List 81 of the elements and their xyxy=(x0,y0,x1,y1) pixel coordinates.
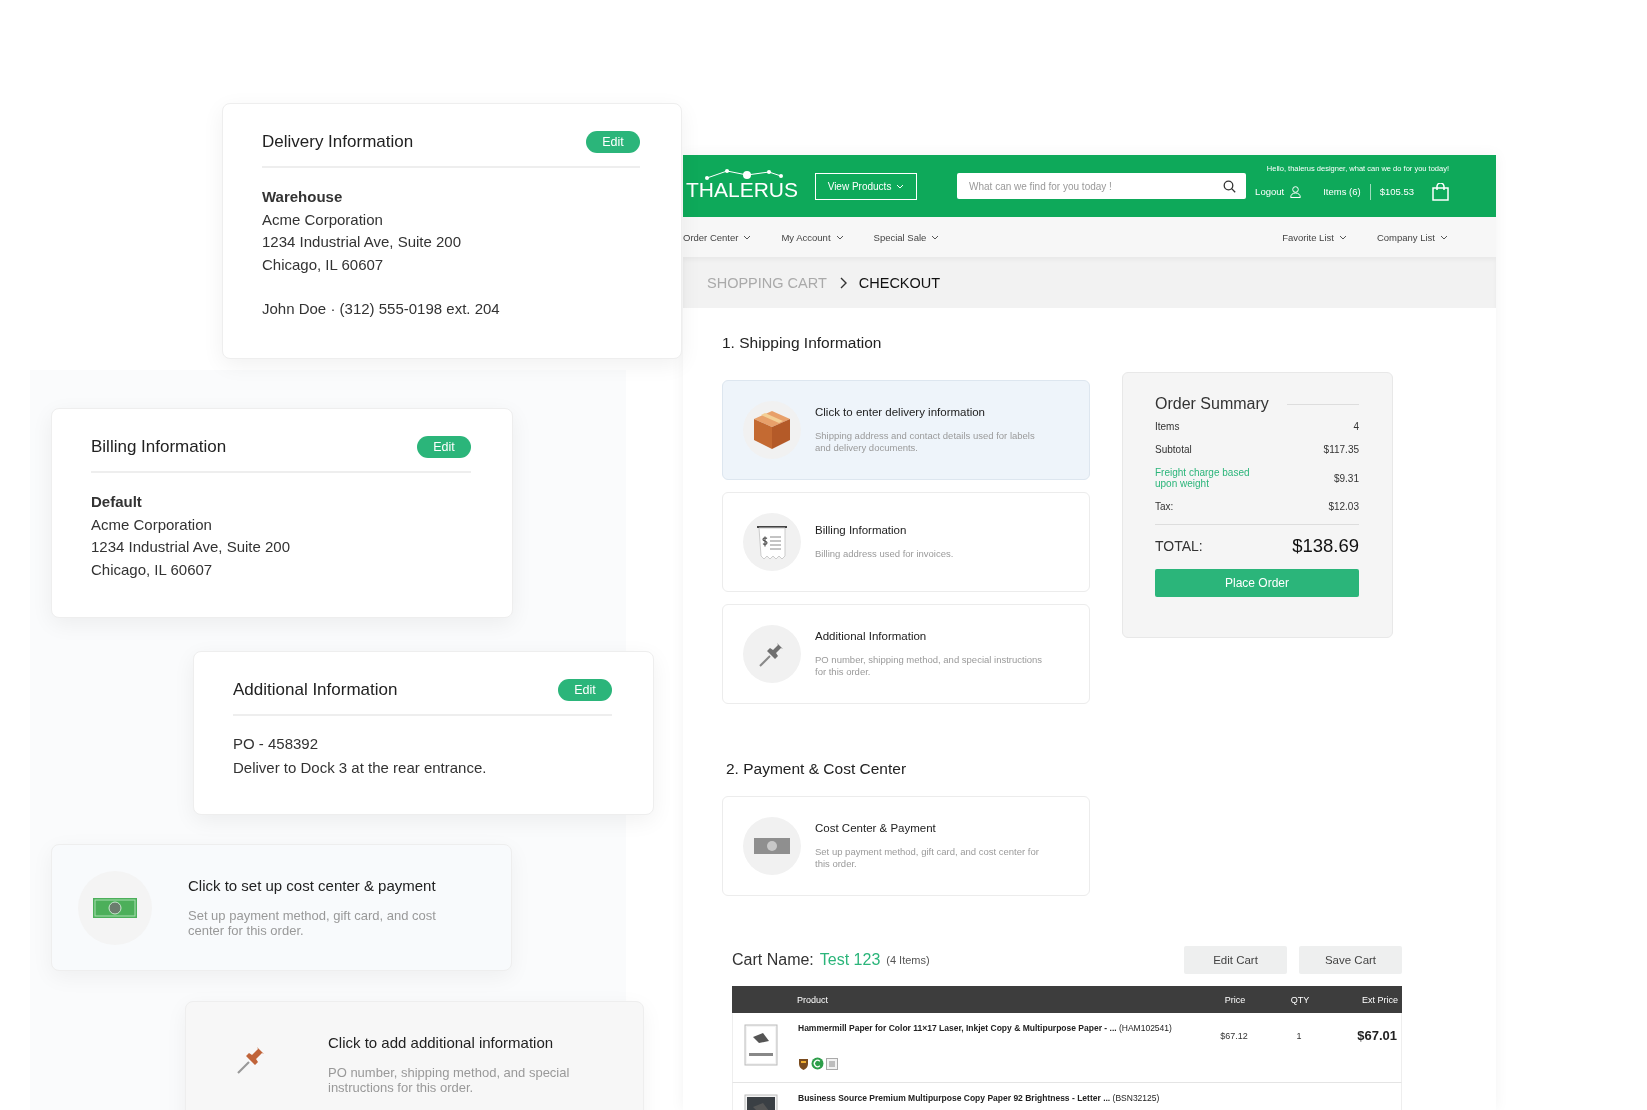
address-line: 1234 Industrial Ave, Suite 200 xyxy=(262,232,463,252)
card-title: Click to enter delivery information xyxy=(815,406,986,418)
card-title: Additional Information xyxy=(233,680,398,700)
column-header: Price xyxy=(1223,994,1247,1005)
prompt-card[interactable]: Click to add additional information PO number, shipping method, and special instructions for this order. xyxy=(185,1001,644,1110)
chevron-right-icon xyxy=(838,276,847,289)
chevron-down-icon xyxy=(1338,234,1347,240)
address-name: Warehouse xyxy=(262,187,344,207)
nav-menu-item[interactable]: My Account xyxy=(781,231,844,243)
card-title: Additional Information xyxy=(815,630,928,642)
address-name: Default xyxy=(91,492,143,512)
summary-label: Subtotal xyxy=(1155,444,1192,455)
card-description: PO number, shipping method, and special instructions for this order. xyxy=(328,1065,571,1095)
summary-label: Tax: xyxy=(1155,501,1174,512)
summary-value: 4 xyxy=(1353,421,1359,432)
summary-title: Order Summary xyxy=(1155,395,1269,413)
card-title: Billing Information xyxy=(815,524,908,536)
shopping-bag-icon[interactable] xyxy=(1432,182,1449,201)
address-line: Chicago, IL 60607 xyxy=(262,254,385,275)
nav-menu-item[interactable]: Favorite List xyxy=(1282,231,1347,243)
summary-value: $117.35 xyxy=(1323,444,1359,455)
banknote-icon xyxy=(93,896,137,919)
section-heading: 1. Shipping Information xyxy=(722,334,883,352)
search-icon[interactable] xyxy=(1223,180,1237,193)
info-card[interactable]: Cost Center & Payment Set up payment method, gift card, and cost center for this order. xyxy=(722,796,1090,896)
address-line: Acme Corporation xyxy=(91,514,213,535)
product-name[interactable]: Hammermill Paper for Color 11×17 Laser, Inkjet Copy & Multipurpose Paper - ... (HAM102541) xyxy=(798,1023,1199,1033)
nav-menu-item[interactable]: Special Sale xyxy=(873,231,940,243)
info-card[interactable]: Click to enter delivery information Shipping address and contact details used for labels and delivery documents. xyxy=(722,380,1090,480)
nav-menu-item[interactable]: Company List xyxy=(1376,231,1448,243)
chevron-down-icon xyxy=(1440,234,1448,240)
card-description: PO number, shipping method, and special instructions for this order. xyxy=(815,654,1044,678)
user-icon[interactable] xyxy=(1290,185,1302,198)
info-line: Deliver to Dock 3 at the rear entrance. xyxy=(233,758,488,778)
address-line: 1234 Industrial Ave, Suite 200 xyxy=(91,537,292,557)
column-header: Ext Price xyxy=(1361,994,1399,1005)
card-description: Billing address used for invoices. xyxy=(815,548,955,560)
info-card[interactable]: Additional Information PO number, shipping method, and special instructions for this order. xyxy=(722,604,1090,704)
shield-icon xyxy=(798,1057,809,1070)
cart-name-label: Cart Name: xyxy=(732,951,814,969)
nav-menu-item[interactable]: Order Center xyxy=(683,231,752,243)
circle-c-icon xyxy=(811,1057,824,1070)
chevron-down-icon xyxy=(743,234,752,240)
summary-value: $9.31 xyxy=(1333,472,1359,484)
quantity-cell-text: 1 xyxy=(1295,1030,1303,1041)
card-description: Set up payment method, gift card, and cost center for this order. xyxy=(188,908,437,938)
breadcrumb-link[interactable]: CHECKOUT xyxy=(858,274,941,291)
total-label: TOTAL: xyxy=(1155,538,1203,554)
card-title: Click to set up cost center & payment xyxy=(188,877,437,894)
prompt-card[interactable]: Click to set up cost center & payment Set up payment method, gift card, and cost center for this order. xyxy=(51,844,512,971)
banknote-icon xyxy=(754,836,790,856)
card-title: Billing Information xyxy=(91,437,227,457)
summary-value: $12.03 xyxy=(1328,501,1359,512)
card-title: Cost Center & Payment xyxy=(815,822,937,834)
cart-action-button[interactable]: Save Cart xyxy=(1299,946,1402,974)
card-title: Click to add additional information xyxy=(328,1034,555,1051)
item-count: (4 Items) xyxy=(886,954,930,966)
total-value: $138.69 xyxy=(1292,535,1359,557)
card-description: Set up payment method, gift card, and cost center for this order. xyxy=(815,846,1040,870)
card-description: Shipping address and contact details used for labels and delivery documents. xyxy=(815,430,1036,454)
list-icon xyxy=(826,1057,838,1070)
cardboard-box-icon xyxy=(752,409,792,451)
card-title: Delivery Information xyxy=(262,132,414,152)
info-line: PO - 458392 xyxy=(233,734,320,754)
chevron-down-icon xyxy=(896,183,905,189)
address-line: Acme Corporation xyxy=(262,209,384,230)
summary-label: Items xyxy=(1155,421,1180,432)
cart-name: Test 123 xyxy=(819,951,881,969)
contact-line: John Doe · (312) 555-0198 ext. 204 xyxy=(262,299,501,319)
chevron-down-icon xyxy=(931,234,940,240)
column-header: QTY xyxy=(1289,994,1311,1005)
price-cell-text: $67.12 xyxy=(1219,1030,1249,1041)
chevron-down-icon xyxy=(835,234,844,240)
column-header: Product xyxy=(797,994,830,1005)
receipt-icon xyxy=(756,524,788,560)
cart-action-button[interactable]: Edit Cart xyxy=(1184,946,1287,974)
info-card[interactable]: Billing Information Billing address used for invoices. xyxy=(722,492,1090,592)
section-heading: 2. Payment & Cost Center xyxy=(726,760,908,778)
search-field[interactable]: What can we find for you today ! xyxy=(957,173,1247,199)
ext-price-cell-text: $67.01 xyxy=(1356,1027,1398,1043)
address-line: Chicago, IL 60607 xyxy=(91,559,214,580)
